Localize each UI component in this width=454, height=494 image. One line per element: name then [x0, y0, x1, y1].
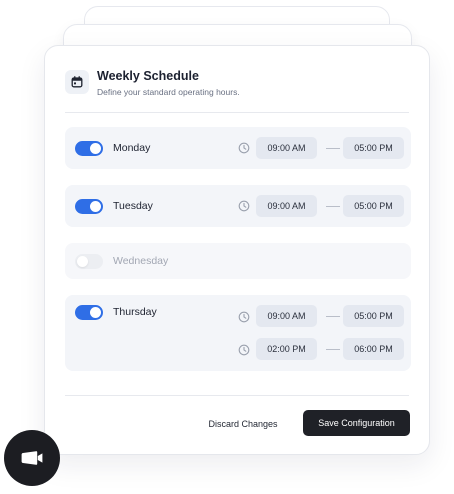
- day-row-wednesday: Wednesday: [65, 243, 411, 279]
- end-time-tuesday[interactable]: 05:00 PM: [343, 195, 404, 217]
- clock-icon: [238, 311, 250, 323]
- toggle-thursday[interactable]: [75, 305, 103, 320]
- card-header: Weekly Schedule Define your standard ope…: [65, 68, 409, 114]
- day-label-tuesday: Tuesday: [113, 200, 153, 212]
- range-separator: [326, 206, 340, 207]
- card-subtitle: Define your standard operating hours.: [97, 87, 240, 97]
- day-label-wednesday: Wednesday: [113, 255, 169, 267]
- end-time-thursday-2[interactable]: 06:00 PM: [343, 338, 404, 360]
- footer-divider: [65, 395, 409, 396]
- header-divider: [65, 112, 409, 113]
- day-row-monday: Monday 09:00 AM 05:00 PM: [65, 127, 411, 169]
- day-label-monday: Monday: [113, 142, 151, 154]
- start-time-thursday-1[interactable]: 09:00 AM: [256, 305, 317, 327]
- end-time-thursday-1[interactable]: 05:00 PM: [343, 305, 404, 327]
- toggle-wednesday[interactable]: [75, 254, 103, 269]
- calendar-icon: [65, 70, 89, 94]
- range-separator: [326, 349, 340, 350]
- clock-icon: [238, 200, 250, 212]
- day-label-thursday: Thursday: [113, 306, 157, 318]
- start-time-tuesday[interactable]: 09:00 AM: [256, 195, 317, 217]
- video-camera-icon: [21, 451, 43, 465]
- weekly-schedule-card: Weekly Schedule Define your standard ope…: [44, 45, 430, 455]
- start-time-monday[interactable]: 09:00 AM: [256, 137, 317, 159]
- range-separator: [326, 148, 340, 149]
- start-time-thursday-2[interactable]: 02:00 PM: [256, 338, 317, 360]
- save-configuration-button[interactable]: Save Configuration: [303, 410, 410, 436]
- toggle-monday[interactable]: [75, 141, 103, 156]
- video-camera-button[interactable]: [4, 430, 60, 486]
- toggle-tuesday[interactable]: [75, 199, 103, 214]
- clock-icon: [238, 344, 250, 356]
- card-title: Weekly Schedule: [97, 69, 199, 83]
- clock-icon: [238, 142, 250, 154]
- day-row-thursday: Thursday 09:00 AM 05:00 PM 02:00 PM 06:0…: [65, 295, 411, 371]
- day-row-tuesday: Tuesday 09:00 AM 05:00 PM: [65, 185, 411, 227]
- discard-changes-button[interactable]: Discard Changes: [201, 412, 285, 436]
- range-separator: [326, 316, 340, 317]
- end-time-monday[interactable]: 05:00 PM: [343, 137, 404, 159]
